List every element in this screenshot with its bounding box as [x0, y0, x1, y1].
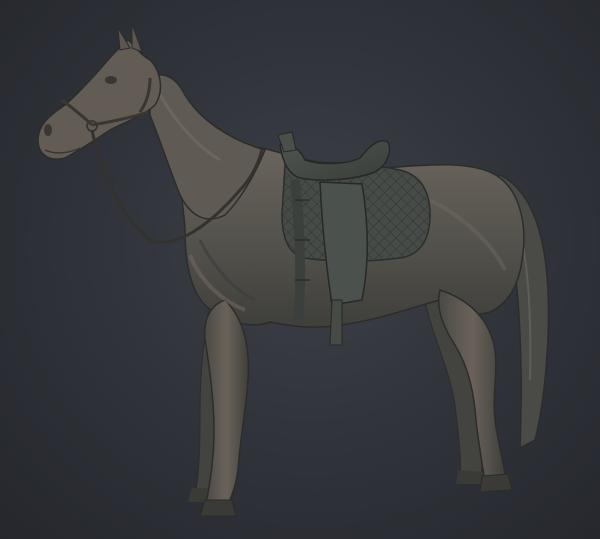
viewport-3d[interactable] [0, 0, 600, 539]
horse-head [37, 23, 162, 160]
horse-sculpt-canvas [37, 23, 550, 517]
